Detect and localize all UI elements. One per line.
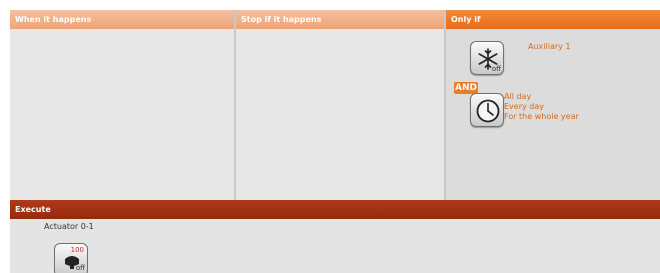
execute-header: Execute — [10, 200, 660, 219]
condition-text: Auxiliary 1 — [528, 42, 571, 52]
auxiliary-button[interactable]: off — [470, 41, 504, 75]
off-state-label: off — [491, 65, 501, 73]
condition-line: Auxiliary 1 — [528, 42, 571, 51]
when-it-happens-header: When it happens — [10, 10, 234, 29]
schedule-button[interactable] — [470, 93, 504, 127]
condition-line: For the whole year — [504, 112, 579, 121]
only-if-header: Only if — [446, 10, 660, 29]
when-it-happens-panel: When it happens — [10, 10, 236, 200]
condition-line: Every day — [504, 102, 544, 111]
condition-text: All day Every day For the whole year — [504, 92, 579, 122]
actuator-name: Actuator 0-1 — [44, 222, 94, 231]
clock-icon — [476, 99, 500, 123]
only-if-panel: Only if off Auxiliary 1 AND All day Ever… — [446, 10, 660, 200]
actuator-value: 100 — [70, 246, 84, 254]
condition-schedule[interactable]: All day Every day For the whole year — [470, 92, 579, 127]
stop-if-it-happens-panel: Stop if it happens — [236, 10, 446, 200]
condition-line: All day — [504, 92, 532, 101]
execute-panel: Execute Actuator 0-1 100 off — [10, 200, 660, 273]
condition-auxiliary[interactable]: off Auxiliary 1 — [470, 41, 571, 75]
actuator-state: off — [75, 264, 85, 272]
actuator-button[interactable]: 100 off — [54, 243, 88, 273]
stop-if-it-happens-header: Stop if it happens — [236, 10, 444, 29]
